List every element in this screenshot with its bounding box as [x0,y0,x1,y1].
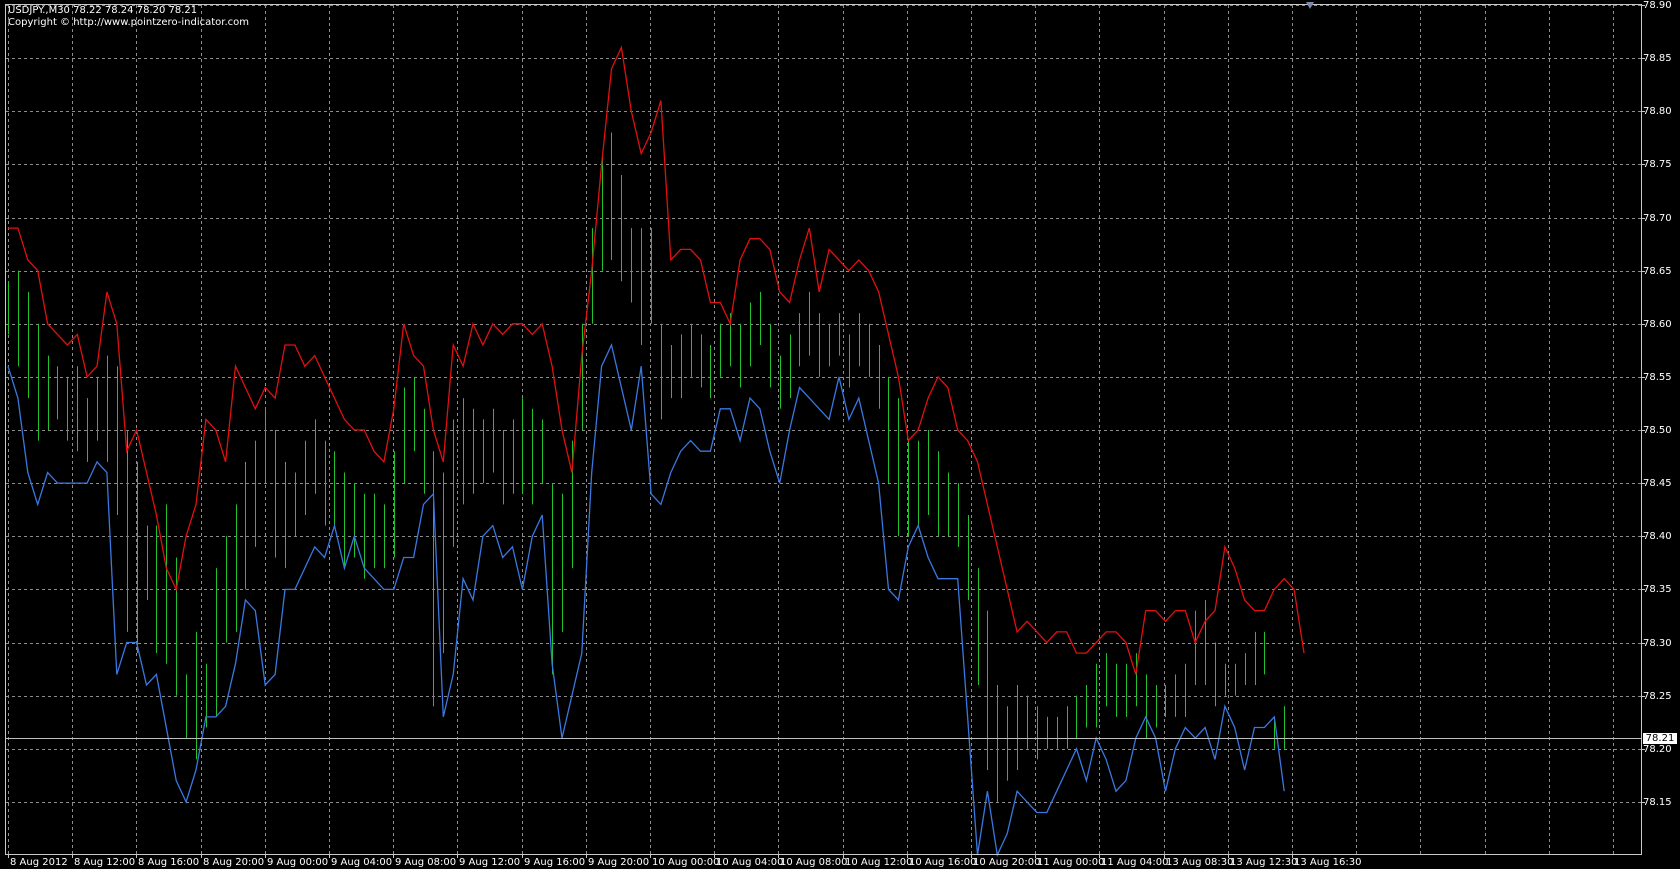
current-price-label: 78.21 [1643,732,1677,744]
grid-lines [6,5,1645,858]
y-tick-label: 78.75 [1643,158,1672,170]
x-tick-label: 13 Aug 08:30 [1166,857,1234,868]
y-tick-label: 78.60 [1643,318,1672,330]
x-tick-label: 9 Aug 12:00 [459,857,521,868]
y-tick-label: 78.65 [1643,265,1672,277]
x-tick-label: 10 Aug 08:00 [780,857,848,868]
x-tick-label: 8 Aug 2012 [10,857,68,868]
x-tick-label: 9 Aug 00:00 [267,857,329,868]
plot-frame [5,4,1642,855]
x-tick-label: 13 Aug 16:30 [1294,857,1362,868]
y-tick-label: 78.15 [1643,796,1672,808]
x-tick-label: 8 Aug 12:00 [74,857,136,868]
y-tick-label: 78.20 [1643,743,1672,755]
x-tick-label: 9 Aug 20:00 [588,857,650,868]
x-tick-label: 10 Aug 04:00 [716,857,784,868]
y-tick-label: 78.80 [1643,105,1672,117]
x-tick-label: 11 Aug 04:00 [1101,857,1169,868]
x-tick-label: 10 Aug 00:00 [652,857,720,868]
price-chart[interactable] [0,0,1680,869]
x-tick-label: 13 Aug 12:30 [1230,857,1298,868]
copyright-info: Copyright © http://www.pointzero-indicat… [8,17,249,28]
x-tick-label: 9 Aug 08:00 [395,857,457,868]
x-tick-label: 10 Aug 12:00 [845,857,913,868]
symbol-info: USDJPY.,M30 78.22 78.24 78.20 78.21 [8,5,198,16]
y-tick-label: 78.25 [1643,690,1672,702]
x-tick-label: 9 Aug 04:00 [331,857,393,868]
y-tick-label: 78.85 [1643,52,1672,64]
y-tick-label: 78.30 [1643,637,1672,649]
x-tick-label: 10 Aug 16:00 [909,857,977,868]
y-tick-label: 78.70 [1643,212,1672,224]
lower-band-line [7,343,1285,858]
x-tick-label: 9 Aug 16:00 [524,857,586,868]
y-tick-label: 78.40 [1643,530,1672,542]
x-tick-label: 8 Aug 16:00 [138,857,200,868]
x-tick-label: 10 Aug 20:00 [973,857,1041,868]
y-tick-label: 78.90 [1643,0,1672,11]
x-tick-label: 11 Aug 00:00 [1037,857,1105,868]
y-tick-label: 78.45 [1643,477,1672,489]
y-tick-label: 78.55 [1643,371,1672,383]
scroll-marker-icon[interactable] [1306,2,1314,9]
x-tick-label: 8 Aug 20:00 [203,857,265,868]
upper-band-line [8,45,1305,675]
y-tick-label: 78.50 [1643,424,1672,436]
y-tick-label: 78.35 [1643,583,1672,595]
chart-window[interactable]: USDJPY.,M30 78.22 78.24 78.20 78.21 Copy… [0,0,1680,869]
